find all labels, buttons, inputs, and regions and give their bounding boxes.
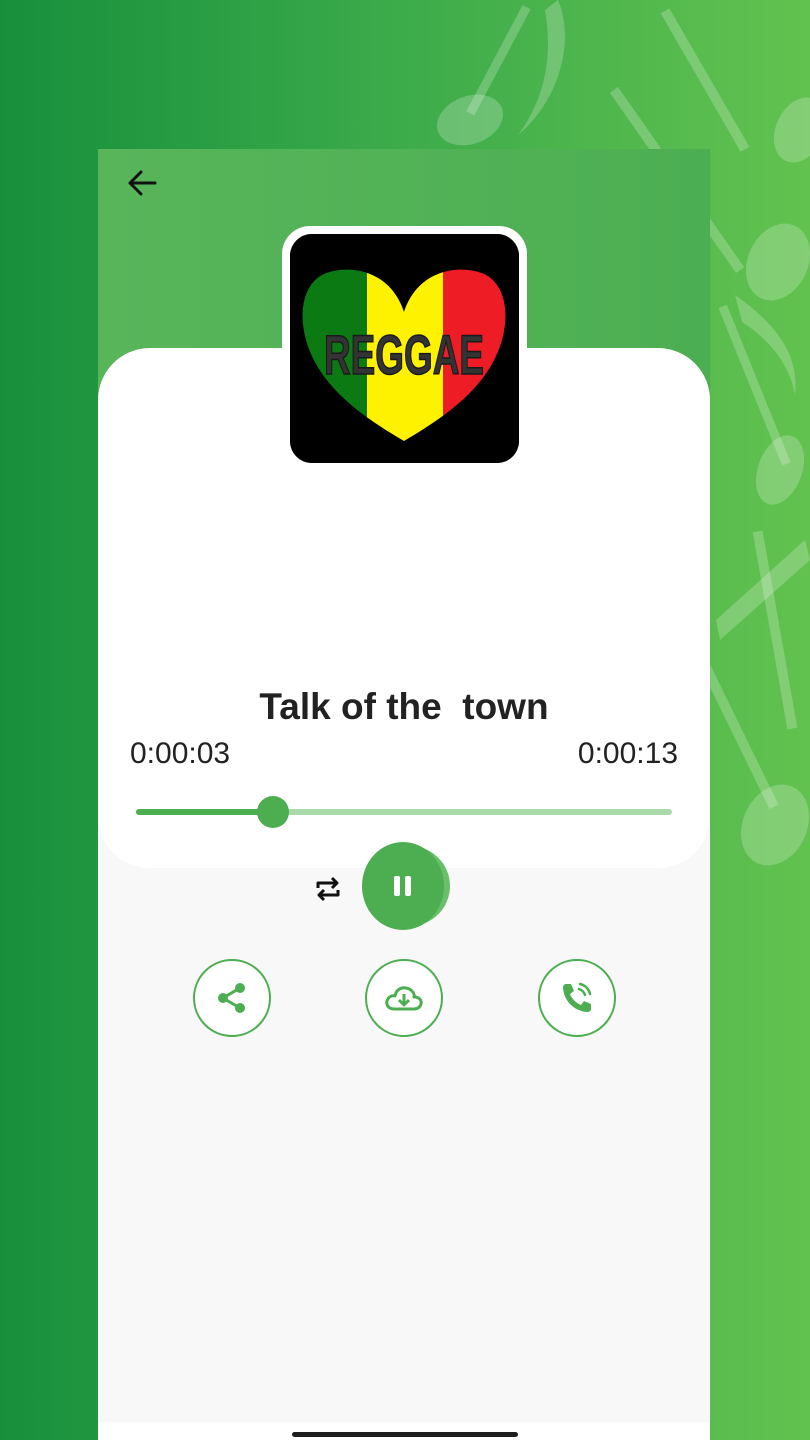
player-screen: Talk of the town 0:00:03 0:00:13 REGGAE [98, 149, 710, 1440]
svg-text:REGGAE: REGGAE [324, 323, 484, 386]
phone-ring-icon [563, 982, 592, 1012]
home-indicator[interactable] [292, 1432, 518, 1437]
share-button[interactable] [193, 959, 271, 1037]
cloud-download-icon [385, 986, 423, 1011]
pause-button-face [362, 842, 444, 930]
album-artwork: REGGAE [290, 234, 519, 463]
seek-thumb[interactable] [256, 796, 289, 828]
repeat-button[interactable] [312, 874, 344, 904]
share-icon [218, 983, 245, 1013]
seek-progress [136, 809, 273, 815]
elapsed-time: 0:00:03 [130, 737, 231, 770]
arrow-left-icon [128, 170, 157, 196]
seek-bar[interactable] [136, 796, 672, 828]
total-time: 0:00:13 [577, 737, 678, 770]
pause-button[interactable] [362, 842, 450, 930]
pause-icon [394, 876, 411, 896]
back-button[interactable] [120, 163, 164, 203]
bottom-bar [98, 1422, 710, 1440]
reggae-heart-logo: REGGAE [290, 234, 519, 463]
song-title: Talk of the town [259, 686, 549, 727]
download-button[interactable] [365, 959, 443, 1037]
repeat-icon [316, 876, 340, 902]
set-ringtone-button[interactable] [538, 959, 616, 1037]
